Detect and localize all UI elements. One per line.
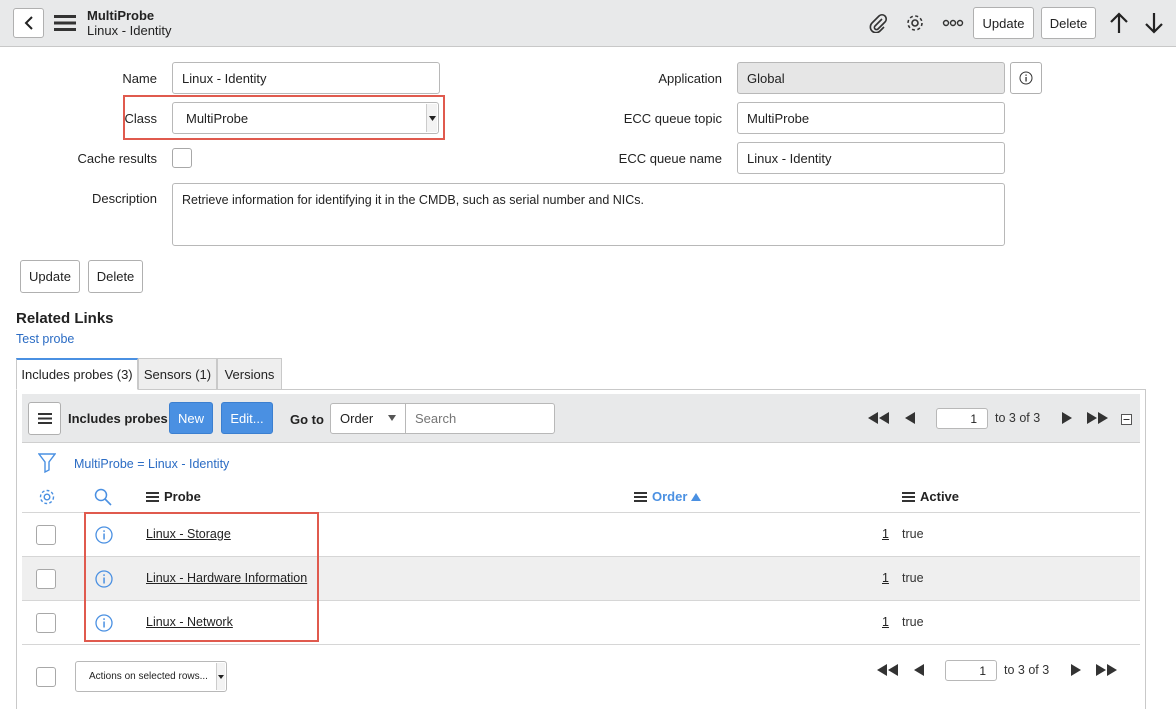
name-field[interactable]: Linux - Identity	[172, 62, 440, 94]
list-menu-button[interactable]	[28, 402, 61, 435]
page-number-input[interactable]: 1	[936, 408, 988, 429]
ecc-queue-name-label: ECC queue name	[618, 151, 722, 166]
previous-page-icon[interactable]	[911, 662, 927, 678]
ecc-queue-name-field[interactable]: Linux - Identity	[737, 142, 1005, 174]
chevron-left-icon	[24, 16, 33, 30]
column-menu-icon	[634, 491, 647, 502]
goto-field-value: Order	[340, 411, 374, 426]
class-select-value: MultiProbe	[186, 110, 249, 126]
actions-select-label: Actions on selected rows...	[89, 671, 208, 682]
cache-results-label: Cache results	[77, 151, 157, 166]
next-page-icon[interactable]	[1058, 410, 1074, 426]
tab-sensors[interactable]: Sensors (1)	[138, 358, 217, 390]
info-icon	[1019, 71, 1033, 85]
ecc-queue-topic-label: ECC queue topic	[623, 111, 722, 126]
row-checkbox[interactable]	[36, 569, 56, 589]
class-label: Class	[124, 111, 157, 126]
probe-column-header[interactable]: Probe	[146, 489, 201, 504]
column-menu-icon	[146, 491, 159, 502]
next-page-icon[interactable]	[1067, 662, 1083, 678]
previous-page-icon[interactable]	[902, 410, 918, 426]
probe-column-label: Probe	[164, 489, 201, 504]
form-delete-button[interactable]: Delete	[88, 260, 143, 293]
column-menu-icon	[902, 491, 915, 502]
application-label: Application	[658, 71, 722, 86]
dropdown-arrow-icon	[216, 663, 225, 690]
new-button[interactable]: New	[169, 402, 213, 434]
active-value: true	[902, 527, 924, 541]
gear-icon[interactable]	[903, 12, 927, 34]
record-title: MultiProbe	[87, 8, 155, 23]
page-number-input[interactable]: 1	[945, 660, 997, 681]
tab-includes-probes[interactable]: Includes probes (3)	[16, 358, 138, 390]
search-input[interactable]	[405, 403, 555, 434]
page-range-text: to 3 of 3	[1004, 663, 1050, 677]
active-value: true	[902, 615, 924, 629]
order-column-label: Order	[652, 489, 688, 504]
paperclip-icon[interactable]	[866, 12, 890, 34]
arrow-down-icon[interactable]	[1142, 11, 1166, 35]
ecc-queue-topic-field[interactable]: MultiProbe	[737, 102, 1005, 134]
first-page-icon[interactable]	[866, 410, 892, 426]
class-select[interactable]: MultiProbe	[172, 102, 439, 134]
hamburger-icon	[37, 413, 52, 424]
application-field: Global	[737, 62, 1005, 94]
tab-versions[interactable]: Versions	[217, 358, 282, 390]
last-page-icon[interactable]	[1092, 662, 1120, 678]
goto-label: Go to	[290, 412, 324, 427]
order-value[interactable]: 1	[882, 615, 889, 629]
row-checkbox[interactable]	[36, 613, 56, 633]
order-value[interactable]: 1	[882, 527, 889, 541]
description-field[interactable]: Retrieve information for identifying it …	[172, 183, 1005, 246]
arrow-up-icon[interactable]	[1107, 11, 1131, 35]
header-delete-button[interactable]: Delete	[1041, 7, 1096, 39]
list-title: Includes probes	[68, 411, 168, 426]
row-checkbox[interactable]	[36, 525, 56, 545]
row-divider	[22, 644, 1140, 645]
name-label: Name	[122, 71, 157, 86]
edit-button[interactable]: Edit...	[221, 402, 273, 434]
related-links-heading: Related Links	[16, 310, 114, 327]
last-page-icon[interactable]	[1083, 410, 1111, 426]
active-value: true	[902, 571, 924, 585]
back-button[interactable]	[13, 8, 44, 38]
cache-results-checkbox[interactable]	[172, 148, 192, 168]
hamburger-menu-icon[interactable]	[54, 14, 76, 32]
dropdown-arrow-icon	[388, 415, 396, 421]
order-value[interactable]: 1	[882, 571, 889, 585]
form-header: MultiProbe Linux - Identity Update Delet…	[0, 0, 1176, 47]
header-update-button[interactable]: Update	[973, 7, 1034, 39]
active-column-header[interactable]: Active	[902, 489, 959, 504]
active-column-label: Active	[920, 489, 960, 504]
goto-field-select[interactable]: Order	[330, 403, 406, 434]
list-settings-gear-icon[interactable]	[37, 487, 57, 507]
actions-select[interactable]: Actions on selected rows...	[75, 661, 227, 692]
order-column-header[interactable]: Order	[634, 489, 702, 504]
description-label: Description	[91, 191, 157, 206]
test-probe-link[interactable]: Test probe	[16, 332, 74, 346]
rows-highlight-box	[84, 512, 319, 642]
more-options-icon[interactable]	[940, 12, 966, 34]
select-all-checkbox[interactable]	[36, 667, 56, 687]
form-update-button[interactable]: Update	[20, 260, 80, 293]
column-search-icon[interactable]	[93, 487, 113, 507]
sort-ascending-icon	[691, 492, 702, 501]
application-info-button[interactable]	[1010, 62, 1042, 94]
page-range-text: to 3 of 3	[995, 411, 1041, 425]
filter-icon[interactable]	[37, 453, 57, 473]
record-subtitle: Linux - Identity	[87, 23, 172, 38]
dropdown-arrow-icon	[426, 104, 437, 132]
first-page-icon[interactable]	[874, 662, 902, 678]
collapse-icon[interactable]	[1120, 413, 1132, 425]
filter-breadcrumb[interactable]: MultiProbe = Linux - Identity	[74, 457, 229, 471]
